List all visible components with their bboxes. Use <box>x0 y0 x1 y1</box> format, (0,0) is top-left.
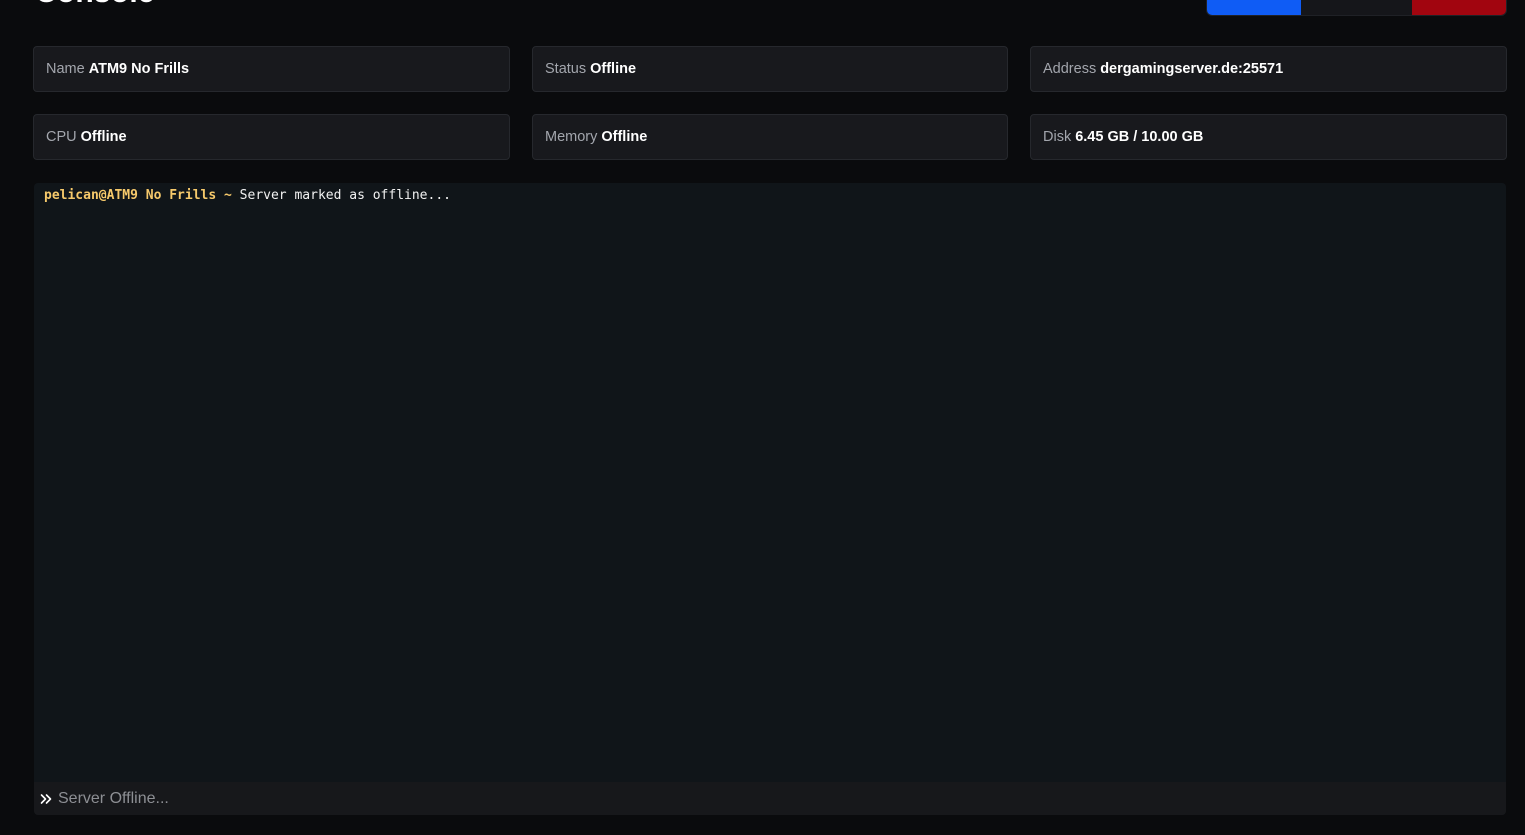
stat-card-memory: Memory Offline <box>532 114 1008 160</box>
stat-value: dergamingserver.de:25571 <box>1100 61 1284 77</box>
stat-label: Memory <box>545 129 598 145</box>
console-prompt: pelican@ATM9 No Frills ~ <box>44 188 232 203</box>
console-line: pelican@ATM9 No Frills ~ Server marked a… <box>44 187 1496 205</box>
stat-card-cpu: CPU Offline <box>33 114 510 160</box>
console-output[interactable]: pelican@ATM9 No Frills ~ Server marked a… <box>34 183 1506 782</box>
stat-label: Name <box>46 61 85 77</box>
stat-card-address[interactable]: Address dergamingserver.de:25571 <box>1030 46 1507 92</box>
restart-button[interactable] <box>1301 0 1412 15</box>
stat-label: Address <box>1043 61 1097 77</box>
stop-button[interactable] <box>1411 0 1506 15</box>
stat-value: Offline <box>601 129 648 145</box>
stat-value: Offline <box>590 61 637 77</box>
start-button[interactable] <box>1207 0 1302 15</box>
stat-value: 6.45 GB / 10.00 GB <box>1075 129 1204 145</box>
double-chevron-right-icon <box>38 791 54 807</box>
page-title: Console <box>35 0 155 8</box>
stat-label: CPU <box>46 129 77 145</box>
stat-card-disk: Disk 6.45 GB / 10.00 GB <box>1030 114 1507 160</box>
console-panel: pelican@ATM9 No Frills ~ Server marked a… <box>34 183 1506 815</box>
stat-value: ATM9 No Frills <box>88 61 190 77</box>
console-input-bar <box>34 782 1506 815</box>
stat-card-status: Status Offline <box>532 46 1008 92</box>
console-message: Server marked as offline... <box>239 188 451 203</box>
stat-card-name: Name ATM9 No Frills <box>33 46 510 92</box>
stat-value: Offline <box>80 129 127 145</box>
stat-label: Status <box>545 61 587 77</box>
power-controls <box>1206 0 1507 16</box>
stat-label: Disk <box>1043 129 1072 145</box>
command-input[interactable] <box>58 782 1506 815</box>
server-console-page: Console Name ATM9 No Frills Status Offli… <box>0 0 1525 835</box>
